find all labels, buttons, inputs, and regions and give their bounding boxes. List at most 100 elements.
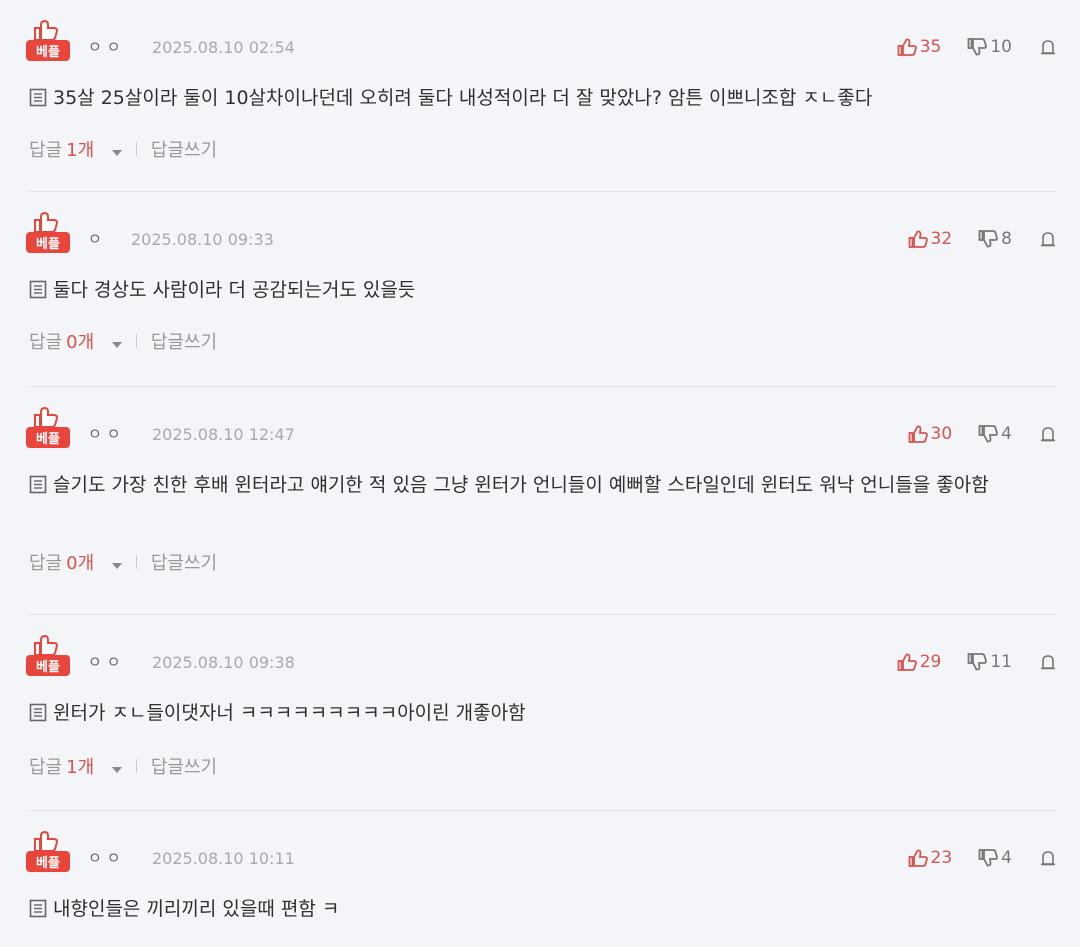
- reply-bar: 답글 1개 답글쓰기: [29, 136, 217, 162]
- vote-bar: 30 4: [908, 424, 1056, 444]
- best-badge-icon: 베플: [24, 401, 72, 449]
- report-icon: [1041, 851, 1055, 866]
- vote-bar: 29 11: [897, 652, 1056, 672]
- separator: [135, 555, 137, 569]
- best-badge-icon: 베플: [24, 825, 72, 873]
- nickname[interactable]: ㅇㅇ: [88, 36, 126, 57]
- like-button[interactable]: 23: [908, 848, 953, 868]
- reply-count: 1개: [66, 757, 95, 778]
- report-button[interactable]: [1040, 426, 1056, 442]
- report-button[interactable]: [1040, 231, 1056, 247]
- separator: [135, 142, 137, 156]
- thumbs-up-icon: [897, 38, 917, 56]
- report-icon: [1041, 40, 1055, 55]
- write-reply-link[interactable]: 답글쓰기: [151, 136, 217, 162]
- like-count: 35: [919, 37, 942, 57]
- caret-down-icon: [111, 140, 122, 161]
- comment-body: 둘다 경상도 사람이라 더 공감되는거도 있을듯: [53, 279, 416, 301]
- like-count: 29: [919, 652, 942, 672]
- like-count: 32: [930, 229, 953, 249]
- thumbs-down-icon: [967, 38, 988, 56]
- svg-text:베플: 베플: [36, 237, 60, 252]
- dislike-count: 4: [1001, 848, 1012, 868]
- comment-body: 슬기도 가장 친한 후배 윈터라고 얘기한 적 있음 그냥 윈터가 언니들이 예…: [53, 474, 989, 496]
- dislike-button[interactable]: 11: [967, 652, 1012, 672]
- reply-label: 답글: [29, 553, 63, 574]
- document-icon: [29, 277, 47, 310]
- svg-text:베플: 베플: [36, 432, 60, 447]
- svg-text:베플: 베플: [36, 660, 60, 675]
- reply-count: 1개: [66, 140, 95, 161]
- vote-bar: 23 4: [908, 848, 1056, 868]
- report-icon: [1041, 427, 1055, 442]
- caret-down-icon: [111, 757, 122, 778]
- reply-toggle[interactable]: 답글 1개: [29, 136, 122, 162]
- document-icon: [29, 85, 47, 118]
- comment-text: 내향인들은 끼리끼리 있을때 편함 ㅋ: [29, 893, 1050, 929]
- best-badge-icon: 베플: [24, 206, 72, 254]
- like-button[interactable]: 35: [897, 37, 942, 57]
- vote-bar: 35 10: [897, 37, 1056, 57]
- comment-item: 베플 ㅇㅇ 2025.08.10 12:47 30 4 슬기도 가장 친한 후배…: [0, 387, 1080, 615]
- report-button[interactable]: [1040, 39, 1056, 55]
- like-button[interactable]: 30: [908, 424, 953, 444]
- reply-bar: 답글 1개 답글쓰기: [29, 753, 217, 779]
- svg-text:베플: 베플: [36, 45, 60, 60]
- nickname[interactable]: ㅇㅇ: [88, 847, 126, 868]
- like-button[interactable]: 32: [908, 229, 953, 249]
- reply-toggle[interactable]: 답글 0개: [29, 328, 122, 354]
- comment-body: 내향인들은 끼리끼리 있을때 편함 ㅋ: [53, 898, 340, 920]
- reply-toggle[interactable]: 답글 0개: [29, 549, 122, 575]
- thumbs-down-icon: [978, 230, 999, 248]
- like-count: 30: [930, 424, 953, 444]
- comment-item: 베플 ㅇㅇ 2025.08.10 09:38 29 11 윈터가 ㅈㄴ들이댓자너…: [0, 615, 1080, 811]
- write-reply-link[interactable]: 답글쓰기: [151, 328, 217, 354]
- like-count: 23: [930, 848, 953, 868]
- thumbs-up-icon: [908, 230, 928, 248]
- report-icon: [1041, 655, 1055, 670]
- write-reply-link[interactable]: 답글쓰기: [151, 549, 217, 575]
- like-button[interactable]: 29: [897, 652, 942, 672]
- comment-item: 베플 ㅇ 2025.08.10 09:33 32 8 둘다 경상도 사람이라 더…: [0, 192, 1080, 387]
- caret-down-icon: [111, 332, 122, 353]
- reply-label: 답글: [29, 757, 63, 778]
- dislike-button[interactable]: 4: [978, 848, 1012, 868]
- dislike-button[interactable]: 10: [967, 37, 1012, 57]
- comment-item: 베플 ㅇㅇ 2025.08.10 10:11 23 4 내향인들은 끼리끼리 있…: [0, 811, 1080, 947]
- dislike-count: 11: [990, 652, 1012, 672]
- post-date: 2025.08.10 09:33: [131, 230, 274, 249]
- nickname[interactable]: ㅇ: [88, 228, 107, 249]
- reply-toggle[interactable]: 답글 1개: [29, 753, 122, 779]
- post-date: 2025.08.10 02:54: [152, 38, 295, 57]
- thumbs-up-icon: [897, 653, 917, 671]
- dislike-button[interactable]: 4: [978, 424, 1012, 444]
- nickname[interactable]: ㅇㅇ: [88, 651, 126, 672]
- best-badge-icon: 베플: [24, 629, 72, 677]
- comment-text: 윈터가 ㅈㄴ들이댓자너 ㅋㅋㅋㅋㅋㅋㅋㅋㅋ아이린 개좋아함: [29, 697, 1050, 733]
- report-icon: [1041, 232, 1055, 247]
- document-icon: [29, 896, 47, 929]
- separator: [135, 759, 137, 773]
- comment-item: 베플 ㅇㅇ 2025.08.10 02:54 35 10 35살 25살이라 둘…: [0, 0, 1080, 192]
- document-icon: [29, 472, 47, 505]
- reply-label: 답글: [29, 332, 63, 353]
- thumbs-down-icon: [978, 425, 999, 443]
- dislike-count: 8: [1001, 229, 1012, 249]
- caret-down-icon: [111, 553, 122, 574]
- vote-bar: 32 8: [908, 229, 1056, 249]
- report-button[interactable]: [1040, 654, 1056, 670]
- dislike-button[interactable]: 8: [978, 229, 1012, 249]
- separator: [135, 334, 137, 348]
- nickname[interactable]: ㅇㅇ: [88, 423, 126, 444]
- comment-text: 슬기도 가장 친한 후배 윈터라고 얘기한 적 있음 그냥 윈터가 언니들이 예…: [29, 469, 1050, 505]
- thumbs-down-icon: [967, 653, 988, 671]
- reply-bar: 답글 0개 답글쓰기: [29, 549, 217, 575]
- reply-count: 0개: [66, 553, 95, 574]
- post-date: 2025.08.10 10:11: [152, 849, 295, 868]
- comment-text: 35살 25살이라 둘이 10살차이나던데 오히려 둘다 내성적이라 더 잘 맞…: [29, 82, 1050, 118]
- write-reply-link[interactable]: 답글쓰기: [151, 753, 217, 779]
- report-button[interactable]: [1040, 850, 1056, 866]
- post-date: 2025.08.10 09:38: [152, 653, 295, 672]
- dislike-count: 4: [1001, 424, 1012, 444]
- post-date: 2025.08.10 12:47: [152, 425, 295, 444]
